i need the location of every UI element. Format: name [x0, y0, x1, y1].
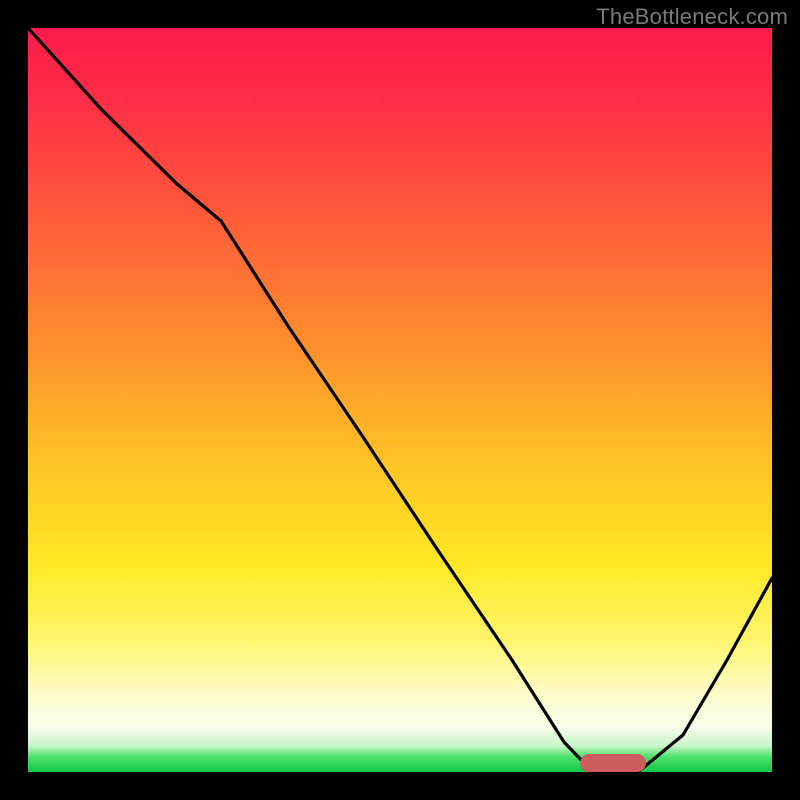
optimal-range-marker — [580, 754, 646, 772]
bottleneck-curve — [28, 28, 772, 772]
watermark-text: TheBottleneck.com — [596, 4, 788, 30]
plot-area — [28, 28, 772, 772]
chart-frame: TheBottleneck.com — [0, 0, 800, 800]
